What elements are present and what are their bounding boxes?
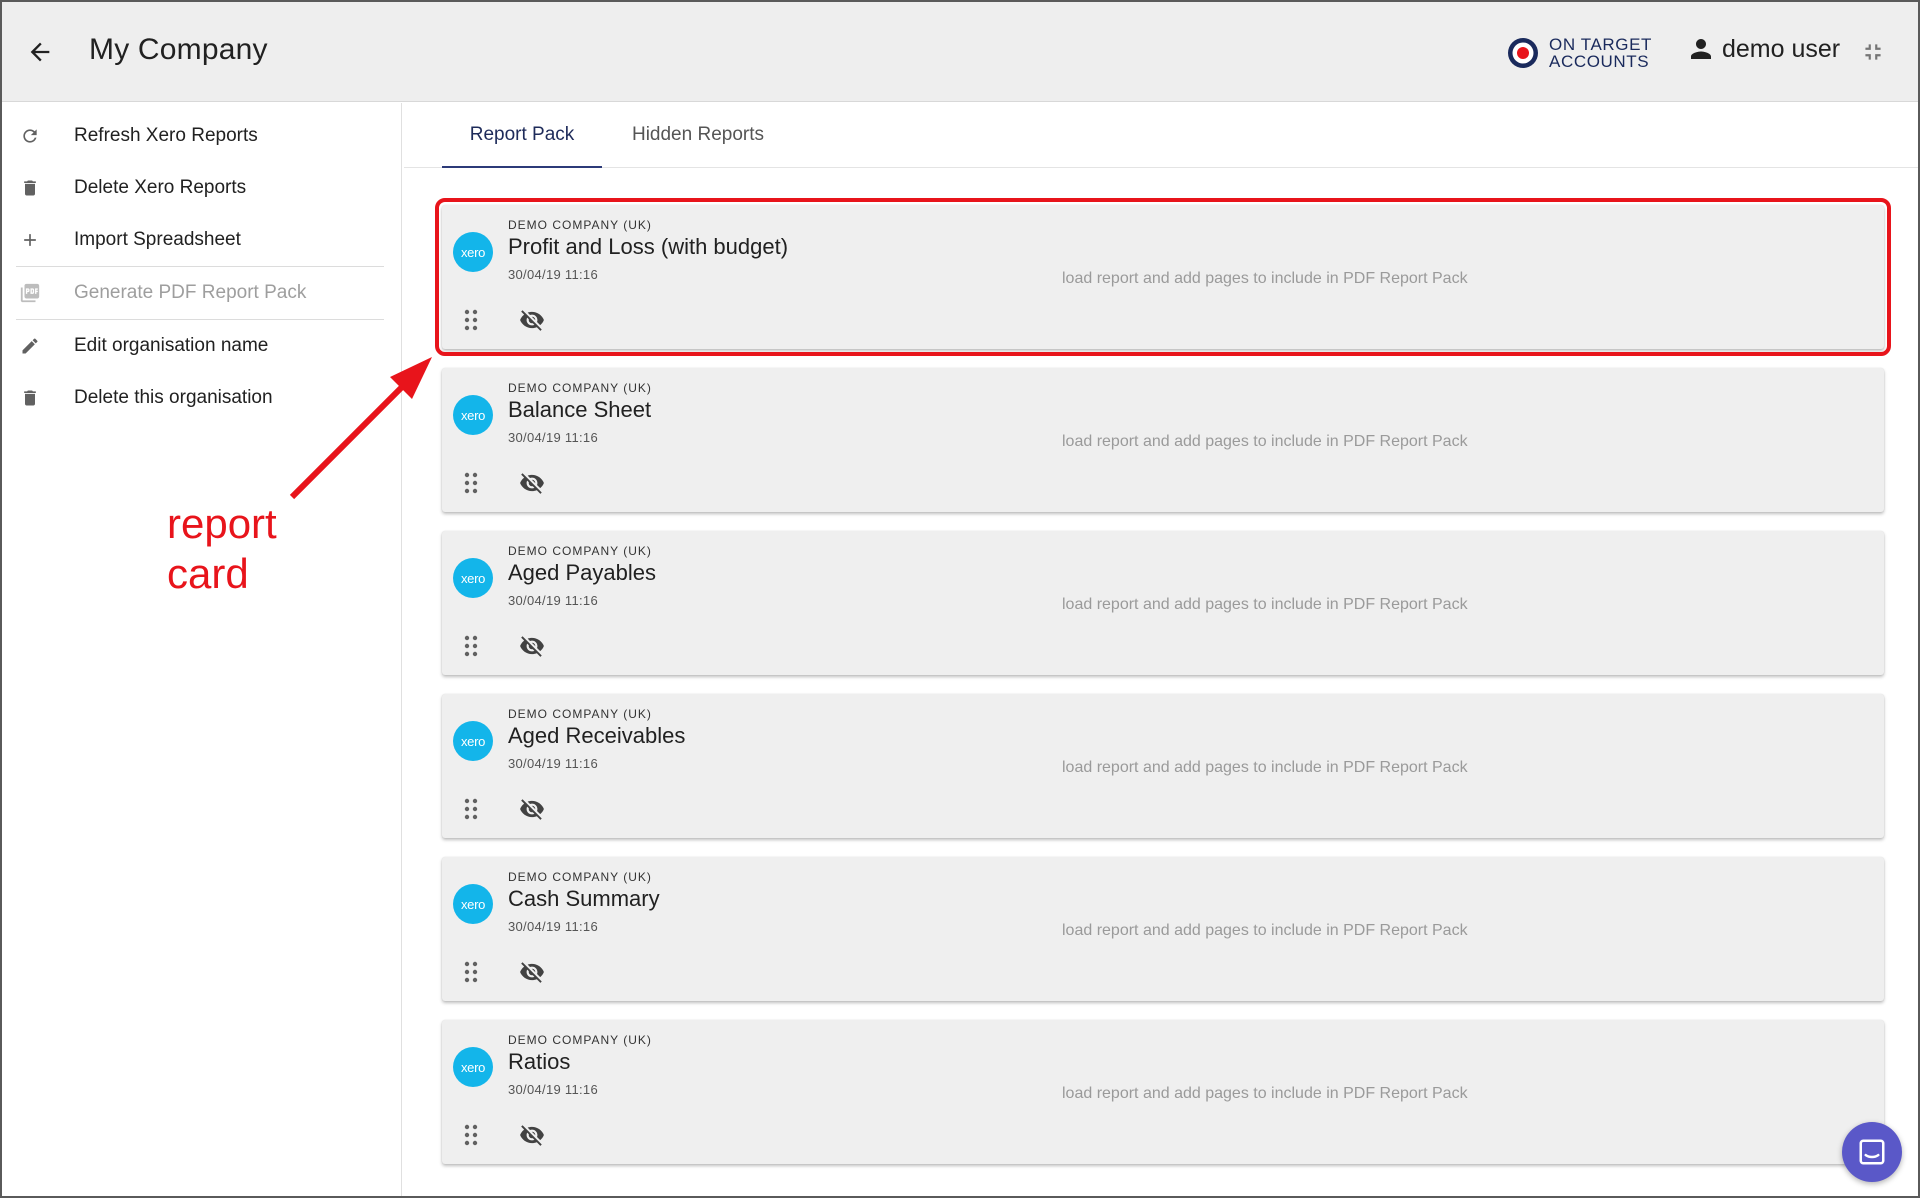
sidebar: Refresh Xero Reports Delete Xero Reports… — [2, 103, 402, 1196]
pencil-icon — [18, 334, 42, 358]
hide-report-button[interactable] — [517, 958, 547, 986]
card-date: 30/04/19 11:16 — [508, 593, 598, 608]
eye-off-icon — [520, 473, 544, 494]
drag-handle-icon[interactable] — [463, 308, 479, 332]
card-company: DEMO COMPANY (UK) — [508, 381, 652, 395]
chat-launcher-button[interactable] — [1842, 1122, 1902, 1182]
report-card[interactable]: xero DEMO COMPANY (UK) Aged Payables 30/… — [442, 531, 1884, 675]
collapse-button[interactable] — [1856, 35, 1890, 69]
card-date: 30/04/19 11:16 — [508, 756, 598, 771]
annotation-label: report card — [167, 499, 277, 599]
sidebar-item-delete-xero-reports[interactable]: Delete Xero Reports — [2, 163, 402, 213]
drag-handle-icon[interactable] — [463, 1123, 479, 1147]
report-card[interactable]: xero DEMO COMPANY (UK) Profit and Loss (… — [435, 198, 1891, 356]
sidebar-item-label: Edit organisation name — [74, 335, 269, 356]
hide-report-button[interactable] — [517, 795, 547, 823]
eye-off-icon — [520, 799, 544, 820]
back-button[interactable] — [20, 32, 60, 72]
drag-handle-icon[interactable] — [463, 960, 479, 984]
card-company: DEMO COMPANY (UK) — [508, 1033, 652, 1047]
report-card[interactable]: xero DEMO COMPANY (UK) Ratios 30/04/19 1… — [442, 1020, 1884, 1164]
app-window: My Company ON TARGET ACCOUNTS demo user — [0, 0, 1920, 1198]
report-card[interactable]: xero DEMO COMPANY (UK) Cash Summary 30/0… — [442, 857, 1884, 1001]
hide-report-button[interactable] — [517, 1121, 547, 1149]
report-card[interactable]: xero DEMO COMPANY (UK) Balance Sheet 30/… — [442, 368, 1884, 512]
eye-off-icon — [520, 310, 544, 331]
sidebar-item-label: Delete this organisation — [74, 387, 273, 408]
hide-report-button[interactable] — [517, 306, 547, 334]
sidebar-item-label: Generate PDF Report Pack — [74, 282, 307, 303]
card-date: 30/04/19 11:16 — [508, 1082, 598, 1097]
person-icon — [1691, 39, 1711, 59]
eye-off-icon — [520, 1125, 544, 1146]
sidebar-item-label: Refresh Xero Reports — [74, 125, 258, 146]
annotation-line-1: report — [167, 500, 277, 547]
target-logo-icon — [1508, 38, 1538, 68]
card-hint: load report and add pages to include in … — [1062, 433, 1468, 450]
tab-hidden-reports[interactable]: Hidden Reports — [606, 103, 790, 167]
card-title[interactable]: Cash Summary — [508, 886, 660, 912]
hide-report-button[interactable] — [517, 632, 547, 660]
card-company: DEMO COMPANY (UK) — [508, 870, 652, 884]
pdf-icon — [18, 281, 42, 305]
card-hint: load report and add pages to include in … — [1062, 596, 1468, 613]
card-date: 30/04/19 11:16 — [508, 430, 598, 445]
sidebar-divider — [16, 266, 384, 267]
collapse-icon — [1865, 44, 1881, 60]
sidebar-item-import-spreadsheet[interactable]: Import Spreadsheet — [2, 215, 402, 265]
drag-handle-icon[interactable] — [463, 471, 479, 495]
sidebar-item-label: Import Spreadsheet — [74, 229, 241, 250]
page-title: My Company — [89, 33, 268, 66]
brand-line-1: ON TARGET — [1549, 35, 1653, 54]
tab-bar: Report Pack Hidden Reports — [404, 103, 1918, 168]
trash-icon — [18, 386, 42, 410]
eye-off-icon — [520, 636, 544, 657]
eye-off-icon — [520, 962, 544, 983]
card-hint: load report and add pages to include in … — [1062, 922, 1468, 939]
card-hint: load report and add pages to include in … — [1062, 759, 1468, 776]
card-title[interactable]: Ratios — [508, 1049, 570, 1075]
card-company: DEMO COMPANY (UK) — [508, 707, 652, 721]
annotation-line-2: card — [167, 550, 249, 597]
card-date: 30/04/19 11:16 — [508, 919, 598, 934]
user-menu[interactable]: demo user — [1686, 34, 1840, 64]
card-title[interactable]: Aged Receivables — [508, 723, 685, 749]
drag-handle-icon[interactable] — [463, 797, 479, 821]
xero-logo-icon: xero — [453, 558, 493, 598]
sidebar-item-generate-pdf-report-pack[interactable]: Generate PDF Report Pack — [2, 268, 402, 318]
drag-handle-icon[interactable] — [463, 634, 479, 658]
card-title[interactable]: Profit and Loss (with budget) — [508, 234, 788, 260]
xero-logo-icon: xero — [453, 721, 493, 761]
user-name: demo user — [1722, 34, 1841, 63]
hide-report-button[interactable] — [517, 469, 547, 497]
card-hint: load report and add pages to include in … — [1062, 1085, 1468, 1102]
app-header: My Company ON TARGET ACCOUNTS demo user — [2, 2, 1918, 102]
sidebar-item-edit-organisation-name[interactable]: Edit organisation name — [2, 321, 402, 371]
arrow-left-icon — [30, 42, 50, 62]
card-company: DEMO COMPANY (UK) — [508, 218, 652, 232]
xero-logo-icon: xero — [453, 395, 493, 435]
report-card[interactable]: xero DEMO COMPANY (UK) Aged Receivables … — [442, 694, 1884, 838]
card-hint: load report and add pages to include in … — [1062, 270, 1468, 287]
sidebar-item-delete-this-organisation[interactable]: Delete this organisation — [2, 373, 402, 423]
card-date: 30/04/19 11:16 — [508, 267, 598, 282]
xero-logo-icon: xero — [453, 1047, 493, 1087]
chat-icon — [1859, 1139, 1885, 1165]
card-title[interactable]: Aged Payables — [508, 560, 656, 586]
brand-logo: ON TARGET ACCOUNTS — [1507, 32, 1652, 74]
xero-logo-icon: xero — [453, 884, 493, 924]
xero-logo-icon: xero — [453, 232, 493, 272]
trash-icon — [18, 176, 42, 200]
sidebar-item-refresh-xero-reports[interactable]: Refresh Xero Reports — [2, 111, 402, 161]
card-company: DEMO COMPANY (UK) — [508, 544, 652, 558]
refresh-icon — [18, 124, 42, 148]
sidebar-item-label: Delete Xero Reports — [74, 177, 247, 198]
brand-text: ON TARGET ACCOUNTS — [1549, 36, 1652, 70]
plus-icon — [18, 228, 42, 252]
sidebar-divider — [16, 319, 384, 320]
brand-line-2: ACCOUNTS — [1549, 52, 1650, 71]
tab-report-pack[interactable]: Report Pack — [442, 103, 602, 168]
card-title[interactable]: Balance Sheet — [508, 397, 651, 423]
